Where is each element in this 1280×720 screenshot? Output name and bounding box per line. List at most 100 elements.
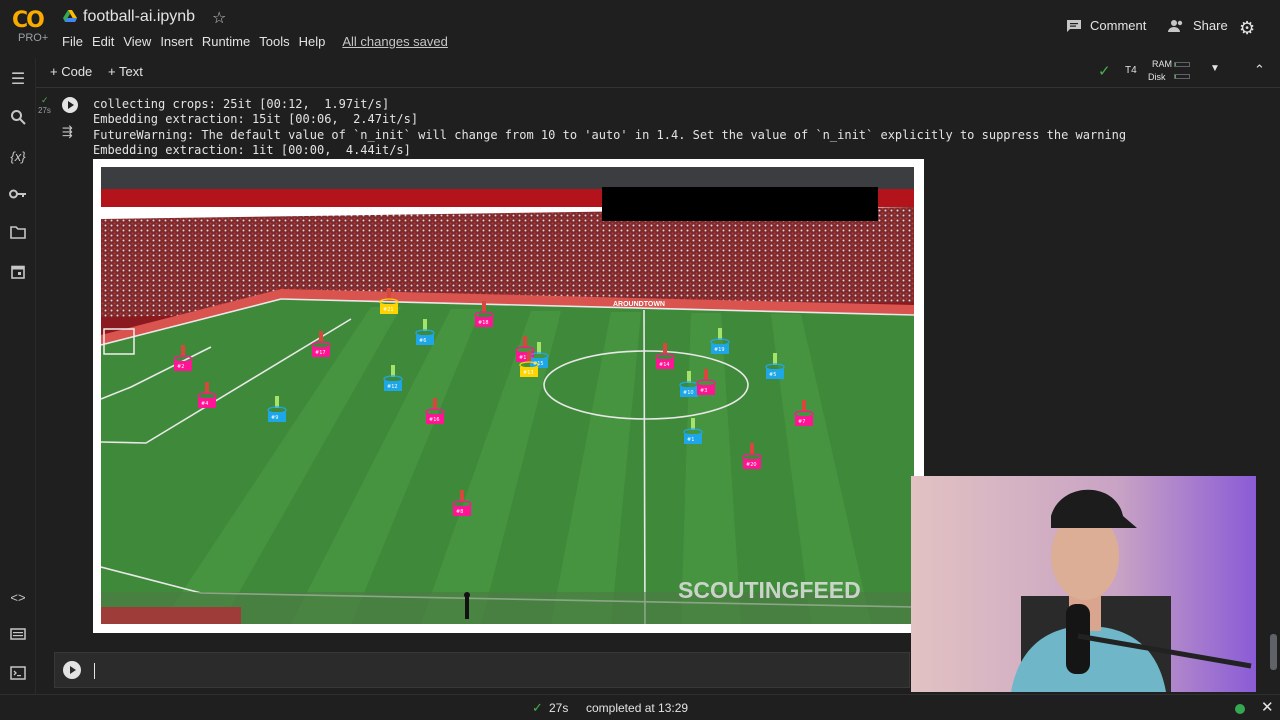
- player-figure: [750, 443, 754, 455]
- header: CO PRO+ football-ai.ipynb ☆ File Edit Vi…: [0, 0, 1280, 58]
- player-label: #9: [271, 415, 278, 421]
- menu-help[interactable]: Help: [299, 34, 326, 49]
- output-line: FutureWarning: The default value of `n_i…: [93, 127, 1127, 142]
- redaction-box: [602, 187, 878, 221]
- player-figure: [205, 382, 209, 394]
- share-button[interactable]: Share: [1167, 18, 1228, 33]
- player-figure: [718, 328, 722, 340]
- player-label: #14: [659, 362, 670, 368]
- player-figure: [704, 369, 708, 381]
- command-palette-icon[interactable]: [8, 626, 28, 646]
- output-line: Embedding extraction: 1it [00:00, 4.44it…: [93, 142, 411, 157]
- bench-area: [101, 607, 241, 624]
- ram-label: RAM: [1152, 59, 1172, 69]
- left-sidebar: ☰ {x} <>: [0, 58, 36, 720]
- player-label: #13: [523, 370, 534, 376]
- disk-label: Disk: [1148, 72, 1166, 82]
- scrollbar-thumb[interactable]: [1270, 634, 1277, 670]
- player-figure: [527, 351, 531, 363]
- add-text-button[interactable]: + Text: [108, 64, 143, 79]
- save-status[interactable]: All changes saved: [342, 34, 448, 49]
- video-watermark: SCOUTINGFEED: [678, 577, 861, 603]
- player-label: #19: [714, 347, 725, 353]
- run-cell-button[interactable]: [62, 97, 78, 113]
- player-figure: [275, 396, 279, 408]
- player-label: #4: [201, 401, 208, 407]
- calendar-icon[interactable]: [8, 264, 28, 284]
- player-figure: [773, 353, 777, 365]
- terminal-icon[interactable]: [8, 666, 28, 686]
- connected-check-icon: ✓: [1098, 63, 1111, 80]
- files-folder-icon[interactable]: [8, 225, 28, 245]
- player-label: #10: [683, 390, 694, 396]
- notebook-title[interactable]: football-ai.ipynb: [83, 8, 195, 26]
- player-label: #2: [177, 364, 184, 370]
- code-snippets-icon[interactable]: <>: [8, 588, 28, 608]
- star-icon[interactable]: ☆: [212, 8, 226, 28]
- player-figure: [181, 345, 185, 357]
- status-exec-time: 27s: [549, 701, 569, 715]
- logo-text: CO: [12, 8, 45, 33]
- variables-icon[interactable]: {x}: [8, 147, 28, 167]
- player-label: #1: [687, 437, 694, 443]
- player-label: #18: [478, 320, 489, 326]
- runtime-type: T4: [1125, 65, 1137, 76]
- player-label: #3: [700, 388, 707, 394]
- comment-label: Comment: [1090, 18, 1147, 33]
- menu-edit[interactable]: Edit: [92, 34, 114, 49]
- comment-icon: [1067, 19, 1081, 32]
- exec-check-icon: ✓: [41, 95, 49, 105]
- settings-gear-icon[interactable]: ⚙: [1239, 18, 1255, 39]
- resources-dropdown-icon[interactable]: ▼: [1210, 63, 1220, 74]
- player-label: #5: [769, 372, 776, 378]
- player-figure: [482, 301, 486, 313]
- ram-usage-bar: [1174, 62, 1190, 67]
- player-figure: [460, 490, 464, 502]
- status-completed-text: completed at 13:29: [586, 701, 689, 715]
- empty-code-cell[interactable]: [54, 652, 910, 688]
- player-figure: [423, 319, 427, 331]
- player-label: #12: [387, 384, 398, 390]
- close-statusbar-icon[interactable]: ✕: [1261, 698, 1274, 716]
- player-figure: [523, 336, 527, 348]
- menu-insert[interactable]: Insert: [160, 34, 193, 49]
- comment-button[interactable]: Comment: [1066, 18, 1146, 33]
- player-figure: [663, 343, 667, 355]
- status-bar: ✓ 27s completed at 13:29 ✕: [0, 694, 1280, 720]
- output-line: Embedding extraction: 15it [00:06, 2.47i…: [93, 112, 419, 127]
- exec-time: 27s: [38, 106, 51, 115]
- notebook-toolbar: + Code + Text ✓ T4 RAM Disk ▼ ⌃: [36, 58, 1280, 88]
- disk-usage-bar: [1174, 74, 1190, 79]
- menu-runtime[interactable]: Runtime: [202, 34, 250, 49]
- menubar: File Edit View Insert Runtime Tools Help…: [62, 34, 457, 49]
- annotated-video-frame: AROUNDTOWN #21 #18 #6 #17 #2 #4 #9 #12 #…: [93, 159, 924, 633]
- player-figure: [387, 288, 391, 300]
- output-options-icon[interactable]: ⇶: [62, 124, 73, 140]
- player-figure: [802, 400, 806, 412]
- player-label: #16: [429, 417, 440, 423]
- output-line: collecting crops: 25it [00:12, 1.97it/s]: [93, 97, 390, 111]
- pitch-view: AROUNDTOWN #21#18#6#17#2#4#9#12#16#11#15…: [101, 167, 914, 624]
- menu-file[interactable]: File: [62, 34, 83, 49]
- runtime-resources[interactable]: ✓ T4 RAM Disk ▼ ⌃: [1098, 58, 1278, 86]
- player-figure: [391, 365, 395, 377]
- secrets-key-icon[interactable]: [8, 186, 28, 206]
- player-label: #8: [456, 509, 463, 515]
- menu-tools[interactable]: Tools: [259, 34, 289, 49]
- collapse-chevron-up-icon[interactable]: ⌃: [1254, 62, 1265, 78]
- add-code-button[interactable]: + Code: [50, 64, 92, 79]
- colab-logo[interactable]: CO PRO+: [12, 8, 52, 48]
- player-label: #21: [383, 307, 394, 313]
- run-empty-cell-button[interactable]: [63, 661, 81, 679]
- menu-view[interactable]: View: [123, 34, 151, 49]
- share-label: Share: [1193, 18, 1228, 33]
- player-figure: [687, 371, 691, 383]
- toc-icon[interactable]: ☰: [8, 70, 28, 90]
- drive-icon: [63, 10, 77, 22]
- player-label: #17: [315, 350, 326, 356]
- player-label: #20: [746, 462, 757, 468]
- player-label: #6: [419, 338, 426, 344]
- share-people-icon: [1168, 19, 1183, 32]
- search-icon[interactable]: [8, 109, 28, 129]
- text-cursor: [94, 663, 95, 679]
